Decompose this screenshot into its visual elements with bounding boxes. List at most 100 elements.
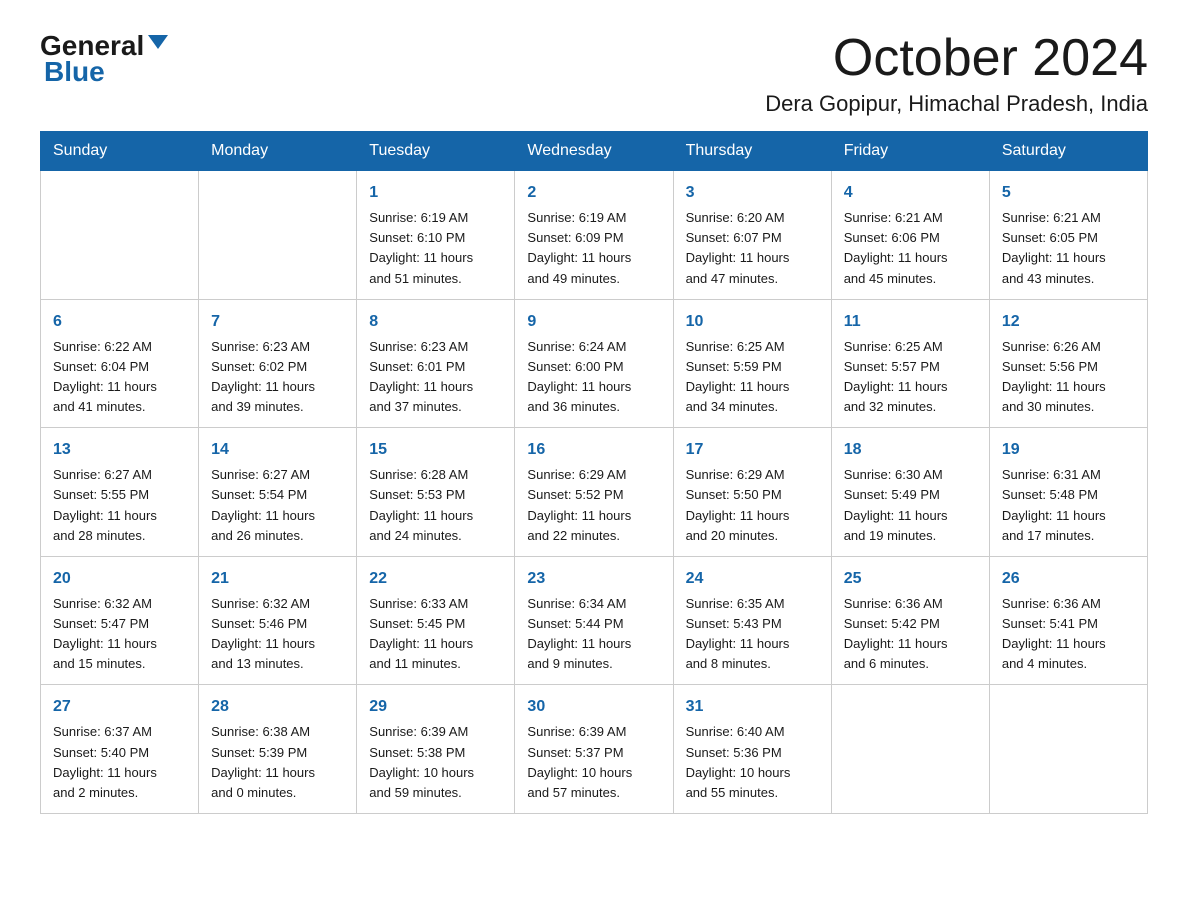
day-number: 1	[369, 181, 502, 205]
day-info: Sunrise: 6:28 AMSunset: 5:53 PMDaylight:…	[369, 465, 502, 546]
calendar-cell: 6Sunrise: 6:22 AMSunset: 6:04 PMDaylight…	[41, 299, 199, 428]
calendar-cell: 21 Sunrise: 6:32 AMSunset: 5:46 PMDayligh…	[199, 556, 357, 685]
day-number: 4	[844, 181, 977, 205]
day-info: Sunrise: 6:26 AMSunset: 5:56 PMDaylight:…	[1002, 337, 1135, 418]
calendar-cell: 24 Sunrise: 6:35 AMSunset: 5:43 PMDayligh…	[673, 556, 831, 685]
calendar-cell: 25 Sunrise: 6:36 AMSunset: 5:42 PMDayligh…	[831, 556, 989, 685]
calendar-week-row-3: 13 Sunrise: 6:27 AMSunset: 5:55 PMDayligh…	[41, 428, 1148, 557]
day-number: 16	[527, 438, 660, 462]
day-number: 7	[211, 310, 344, 334]
day-number: 14	[211, 438, 344, 462]
calendar-body: 1 Sunrise: 6:19 AMSunset: 6:10 PMDaylight…	[41, 171, 1148, 814]
logo-blue: Blue	[40, 56, 105, 88]
calendar-cell: 2 Sunrise: 6:19 AMSunset: 6:09 PMDaylight…	[515, 171, 673, 300]
calendar-cell: 11Sunrise: 6:25 AMSunset: 5:57 PMDayligh…	[831, 299, 989, 428]
day-number: 22	[369, 567, 502, 591]
day-number: 3	[686, 181, 819, 205]
calendar-day-header-thursday: Thursday	[673, 132, 831, 171]
day-info: Sunrise: 6:37 AMSunset: 5:40 PMDaylight:…	[53, 722, 186, 803]
calendar-cell: 5Sunrise: 6:21 AMSunset: 6:05 PMDaylight…	[989, 171, 1147, 300]
day-info: Sunrise: 6:21 AMSunset: 6:06 PMDaylight:…	[844, 208, 977, 289]
day-number: 26	[1002, 567, 1135, 591]
day-info: Sunrise: 6:36 AMSunset: 5:42 PMDaylight:…	[844, 594, 977, 675]
calendar-cell: 10 Sunrise: 6:25 AMSunset: 5:59 PMDayligh…	[673, 299, 831, 428]
day-info: Sunrise: 6:20 AMSunset: 6:07 PMDaylight:…	[686, 208, 819, 289]
calendar-cell	[199, 171, 357, 300]
calendar-cell: 12 Sunrise: 6:26 AMSunset: 5:56 PMDayligh…	[989, 299, 1147, 428]
calendar-week-row-1: 1 Sunrise: 6:19 AMSunset: 6:10 PMDaylight…	[41, 171, 1148, 300]
calendar-day-header-saturday: Saturday	[989, 132, 1147, 171]
calendar-table: SundayMondayTuesdayWednesdayThursdayFrid…	[40, 131, 1148, 814]
calendar-cell: 18 Sunrise: 6:30 AMSunset: 5:49 PMDayligh…	[831, 428, 989, 557]
calendar-day-header-tuesday: Tuesday	[357, 132, 515, 171]
day-info: Sunrise: 6:21 AMSunset: 6:05 PMDaylight:…	[1002, 208, 1135, 289]
calendar-cell: 23 Sunrise: 6:34 AMSunset: 5:44 PMDayligh…	[515, 556, 673, 685]
calendar-cell: 8Sunrise: 6:23 AMSunset: 6:01 PMDaylight…	[357, 299, 515, 428]
day-info: Sunrise: 6:31 AMSunset: 5:48 PMDaylight:…	[1002, 465, 1135, 546]
title-block: October 2024 Dera Gopipur, Himachal Prad…	[765, 30, 1148, 117]
day-info: Sunrise: 6:27 AMSunset: 5:54 PMDaylight:…	[211, 465, 344, 546]
calendar-header-row: SundayMondayTuesdayWednesdayThursdayFrid…	[41, 132, 1148, 171]
day-info: Sunrise: 6:30 AMSunset: 5:49 PMDaylight:…	[844, 465, 977, 546]
calendar-week-row-4: 20 Sunrise: 6:32 AMSunset: 5:47 PMDayligh…	[41, 556, 1148, 685]
day-number: 19	[1002, 438, 1135, 462]
calendar-cell	[41, 171, 199, 300]
day-number: 9	[527, 310, 660, 334]
day-number: 20	[53, 567, 186, 591]
day-number: 23	[527, 567, 660, 591]
calendar-cell: 30Sunrise: 6:39 AMSunset: 5:37 PMDayligh…	[515, 685, 673, 814]
day-number: 11	[844, 310, 977, 334]
day-info: Sunrise: 6:38 AMSunset: 5:39 PMDaylight:…	[211, 722, 344, 803]
calendar-cell: 17Sunrise: 6:29 AMSunset: 5:50 PMDayligh…	[673, 428, 831, 557]
day-info: Sunrise: 6:32 AMSunset: 5:46 PMDaylight:…	[211, 594, 344, 675]
day-number: 13	[53, 438, 186, 462]
day-info: Sunrise: 6:25 AMSunset: 5:59 PMDaylight:…	[686, 337, 819, 418]
day-number: 21	[211, 567, 344, 591]
day-number: 18	[844, 438, 977, 462]
calendar-day-header-sunday: Sunday	[41, 132, 199, 171]
calendar-cell: 3 Sunrise: 6:20 AMSunset: 6:07 PMDaylight…	[673, 171, 831, 300]
day-number: 17	[686, 438, 819, 462]
calendar-day-header-monday: Monday	[199, 132, 357, 171]
calendar-week-row-5: 27 Sunrise: 6:37 AMSunset: 5:40 PMDayligh…	[41, 685, 1148, 814]
day-info: Sunrise: 6:27 AMSunset: 5:55 PMDaylight:…	[53, 465, 186, 546]
day-number: 28	[211, 695, 344, 719]
calendar-cell: 14 Sunrise: 6:27 AMSunset: 5:54 PMDayligh…	[199, 428, 357, 557]
day-number: 24	[686, 567, 819, 591]
calendar-cell: 31Sunrise: 6:40 AMSunset: 5:36 PMDayligh…	[673, 685, 831, 814]
calendar-day-header-friday: Friday	[831, 132, 989, 171]
calendar-cell: 22 Sunrise: 6:33 AMSunset: 5:45 PMDayligh…	[357, 556, 515, 685]
calendar-cell: 20 Sunrise: 6:32 AMSunset: 5:47 PMDayligh…	[41, 556, 199, 685]
day-info: Sunrise: 6:35 AMSunset: 5:43 PMDaylight:…	[686, 594, 819, 675]
day-number: 12	[1002, 310, 1135, 334]
calendar-cell: 26Sunrise: 6:36 AMSunset: 5:41 PMDayligh…	[989, 556, 1147, 685]
day-number: 27	[53, 695, 186, 719]
day-info: Sunrise: 6:19 AMSunset: 6:09 PMDaylight:…	[527, 208, 660, 289]
calendar-cell: 28 Sunrise: 6:38 AMSunset: 5:39 PMDayligh…	[199, 685, 357, 814]
day-number: 31	[686, 695, 819, 719]
day-info: Sunrise: 6:29 AMSunset: 5:52 PMDaylight:…	[527, 465, 660, 546]
location-subtitle: Dera Gopipur, Himachal Pradesh, India	[765, 91, 1148, 117]
day-number: 29	[369, 695, 502, 719]
calendar-week-row-2: 6Sunrise: 6:22 AMSunset: 6:04 PMDaylight…	[41, 299, 1148, 428]
day-number: 30	[527, 695, 660, 719]
day-info: Sunrise: 6:19 AMSunset: 6:10 PMDaylight:…	[369, 208, 502, 289]
logo: General Blue	[40, 30, 168, 88]
day-number: 25	[844, 567, 977, 591]
day-info: Sunrise: 6:39 AMSunset: 5:38 PMDaylight:…	[369, 722, 502, 803]
calendar-cell: 16 Sunrise: 6:29 AMSunset: 5:52 PMDayligh…	[515, 428, 673, 557]
day-number: 10	[686, 310, 819, 334]
day-info: Sunrise: 6:23 AMSunset: 6:02 PMDaylight:…	[211, 337, 344, 418]
calendar-cell	[989, 685, 1147, 814]
calendar-cell: 15Sunrise: 6:28 AMSunset: 5:53 PMDayligh…	[357, 428, 515, 557]
calendar-cell: 1 Sunrise: 6:19 AMSunset: 6:10 PMDaylight…	[357, 171, 515, 300]
day-info: Sunrise: 6:33 AMSunset: 5:45 PMDaylight:…	[369, 594, 502, 675]
calendar-cell: 9 Sunrise: 6:24 AMSunset: 6:00 PMDaylight…	[515, 299, 673, 428]
day-info: Sunrise: 6:32 AMSunset: 5:47 PMDaylight:…	[53, 594, 186, 675]
calendar-day-header-wednesday: Wednesday	[515, 132, 673, 171]
day-number: 2	[527, 181, 660, 205]
day-info: Sunrise: 6:34 AMSunset: 5:44 PMDaylight:…	[527, 594, 660, 675]
day-info: Sunrise: 6:22 AMSunset: 6:04 PMDaylight:…	[53, 337, 186, 418]
day-info: Sunrise: 6:24 AMSunset: 6:00 PMDaylight:…	[527, 337, 660, 418]
day-number: 8	[369, 310, 502, 334]
